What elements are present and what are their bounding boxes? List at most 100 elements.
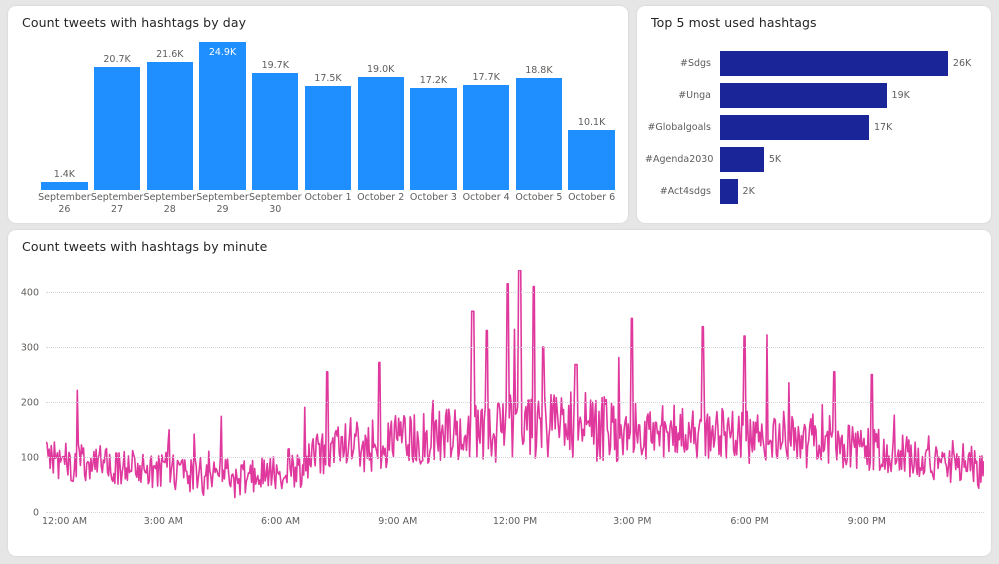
column-bar-group[interactable]: 19.0K bbox=[354, 42, 407, 190]
column-chart-category-axis: September 26 September 27 September 28 Septemb… bbox=[38, 192, 618, 223]
horizontal-bar-chart-top5[interactable]: #Sdgs 26K #Unga 19K #Globalgoals 17K #Agenda20… bbox=[637, 6, 991, 223]
line-chart-by-minute[interactable]: 0 100 200 300 400 12:00 AM 3:00 AM 6:00 AM 9:00 … bbox=[8, 230, 991, 556]
column-bar-group[interactable]: 10.1K bbox=[565, 42, 618, 190]
y-axis-tick-label: 0 bbox=[32, 507, 39, 519]
bar-chart-row[interactable]: #Unga 19K bbox=[645, 82, 983, 109]
x-axis-tick-label: 3:00 AM bbox=[143, 516, 183, 527]
column-bar[interactable] bbox=[568, 129, 615, 190]
column-axis-tick-label: September 27 bbox=[91, 192, 144, 216]
y-gridline: 400 bbox=[21, 288, 984, 299]
column-bar-value-label: 17.7K bbox=[472, 71, 500, 83]
bar-chart-row[interactable]: #Act4sdgs 2K bbox=[645, 178, 983, 205]
x-axis-tick-label: 12:00 AM bbox=[42, 516, 88, 527]
column-bar[interactable] bbox=[462, 84, 510, 190]
column-bar-value-label: 20.7K bbox=[103, 53, 131, 65]
column-bar[interactable] bbox=[199, 42, 246, 190]
bar-fill[interactable] bbox=[720, 115, 870, 140]
bar-value-label: 19K bbox=[891, 90, 910, 101]
axis-tick-line-1: October 3 bbox=[409, 192, 457, 203]
axis-tick-line-2: 26 bbox=[58, 204, 71, 215]
bar-fill[interactable] bbox=[720, 51, 948, 76]
column-bar[interactable] bbox=[41, 181, 88, 190]
column-chart-by-day[interactable]: 1.4K 20.7K 21.6K 24.9K 19.7K 17.5K 19.0K 17.2K 1… bbox=[8, 6, 628, 223]
column-bar-group[interactable]: 19.7K bbox=[249, 42, 302, 190]
column-bar[interactable] bbox=[515, 78, 563, 190]
axis-tick-line-1: September bbox=[38, 192, 91, 203]
bar-category-label: #Sdgs bbox=[679, 58, 711, 69]
bar-category-label: #Agenda2030 bbox=[645, 154, 714, 165]
axis-tick-line-1: October 6 bbox=[568, 192, 616, 203]
column-bar-group[interactable]: 17.7K bbox=[460, 42, 513, 190]
y-gridline: 200 bbox=[21, 398, 984, 409]
bar-chart-row[interactable]: #Sdgs 26K bbox=[645, 50, 983, 77]
column-bar-group[interactable]: 24.9K bbox=[196, 42, 249, 190]
x-axis-tick-label: 6:00 PM bbox=[730, 516, 769, 527]
column-axis-tick-label: October 1 bbox=[302, 192, 355, 204]
axis-tick-line-1: October 1 bbox=[304, 192, 352, 203]
line-series-path bbox=[46, 270, 984, 498]
bar-fill[interactable] bbox=[720, 147, 764, 172]
bar-value-label: 26K bbox=[952, 58, 972, 69]
column-bar-value-label: 17.5K bbox=[314, 72, 342, 84]
axis-tick-line-2: 28 bbox=[163, 204, 176, 215]
y-axis-tick-label: 400 bbox=[20, 287, 39, 299]
column-axis-tick-label: September 30 bbox=[249, 192, 302, 216]
column-bar[interactable] bbox=[304, 85, 352, 190]
x-axis-tick-label: 6:00 AM bbox=[260, 516, 301, 527]
column-bar-group[interactable]: 17.5K bbox=[302, 42, 355, 190]
bar-value-label: 17K bbox=[874, 122, 893, 133]
column-bar-value-label: 10.1K bbox=[577, 116, 606, 128]
y-axis-tick-label: 200 bbox=[20, 397, 39, 409]
bar-track: 26K bbox=[720, 50, 979, 77]
column-bar-value-label: 24.9K bbox=[208, 47, 237, 58]
axis-tick-line-2: 29 bbox=[216, 204, 229, 215]
line-chart-series-path bbox=[46, 270, 984, 512]
column-bar-group[interactable]: 20.7K bbox=[91, 42, 144, 190]
y-gridline: 0 bbox=[33, 508, 984, 519]
column-bar[interactable] bbox=[252, 72, 299, 190]
column-bar-group[interactable]: 18.8K bbox=[513, 42, 566, 190]
column-bar-group[interactable]: 21.6K bbox=[143, 42, 196, 190]
bar-value-label: 2K bbox=[742, 186, 755, 197]
bar-chart-row[interactable]: #Agenda2030 5K bbox=[645, 146, 983, 173]
x-axis-tick-label: 12:00 PM bbox=[492, 516, 538, 527]
bar-track: 2K bbox=[720, 178, 979, 205]
chart-card-count-tweets-by-day[interactable]: Count tweets with hashtags by day 1.4K 20… bbox=[8, 6, 628, 223]
bar-category-label: #Globalgoals bbox=[647, 122, 711, 133]
x-axis-tick-label: 9:00 AM bbox=[378, 516, 418, 527]
column-chart-plot-area: 1.4K 20.7K 21.6K 24.9K 19.7K 17.5K 19.0K 17.2K 1… bbox=[38, 42, 618, 190]
column-bar-value-label: 1.4K bbox=[53, 168, 76, 180]
bar-chart-row[interactable]: #Globalgoals 17K bbox=[645, 114, 983, 141]
axis-tick-line-2: 27 bbox=[111, 204, 124, 215]
axis-tick-line-1: September bbox=[249, 192, 302, 203]
column-axis-tick-label: October 4 bbox=[460, 192, 513, 204]
axis-tick-line-1: October 4 bbox=[462, 192, 510, 203]
column-bar[interactable] bbox=[410, 87, 457, 190]
bar-fill[interactable] bbox=[720, 83, 887, 108]
x-axis-tick-label: 3:00 PM bbox=[613, 516, 652, 527]
dashboard-canvas: Count tweets with hashtags by day 1.4K 20… bbox=[0, 0, 999, 564]
column-axis-tick-label: October 5 bbox=[513, 192, 566, 204]
column-bar-value-label: 19.0K bbox=[367, 64, 395, 76]
bar-track: 5K bbox=[720, 146, 979, 173]
line-chart-plot-area: 0 100 200 300 400 12:00 AM 3:00 AM 6:00 AM 9:00 … bbox=[21, 270, 984, 527]
column-axis-tick-label: September 26 bbox=[38, 192, 91, 216]
column-bar[interactable] bbox=[146, 61, 193, 190]
chart-card-top-5-hashtags[interactable]: Top 5 most used hashtags #Sdgs 26K #Unga 19… bbox=[637, 6, 991, 223]
chart-card-count-tweets-by-minute[interactable]: Count tweets with hashtags by minute 0 10… bbox=[8, 230, 991, 556]
column-bar-group[interactable]: 1.4K bbox=[38, 42, 91, 190]
bar-track: 17K bbox=[720, 114, 979, 141]
x-axis-tick-label: 9:00 PM bbox=[847, 516, 886, 527]
bar-track: 19K bbox=[720, 82, 979, 109]
column-bar-value-label: 21.6K bbox=[156, 48, 184, 60]
column-bar-group[interactable]: 17.2K bbox=[407, 42, 460, 190]
column-bar[interactable] bbox=[357, 77, 404, 190]
column-bar[interactable] bbox=[93, 66, 141, 190]
column-axis-tick-label: September 29 bbox=[196, 192, 249, 216]
column-axis-tick-label: October 3 bbox=[407, 192, 460, 204]
column-bar-value-label: 18.8K bbox=[525, 65, 553, 77]
bar-value-label: 5K bbox=[768, 154, 782, 165]
bar-category-label: #Act4sdgs bbox=[659, 186, 711, 197]
bar-fill[interactable] bbox=[720, 179, 738, 204]
bar-category-label: #Unga bbox=[678, 90, 711, 101]
